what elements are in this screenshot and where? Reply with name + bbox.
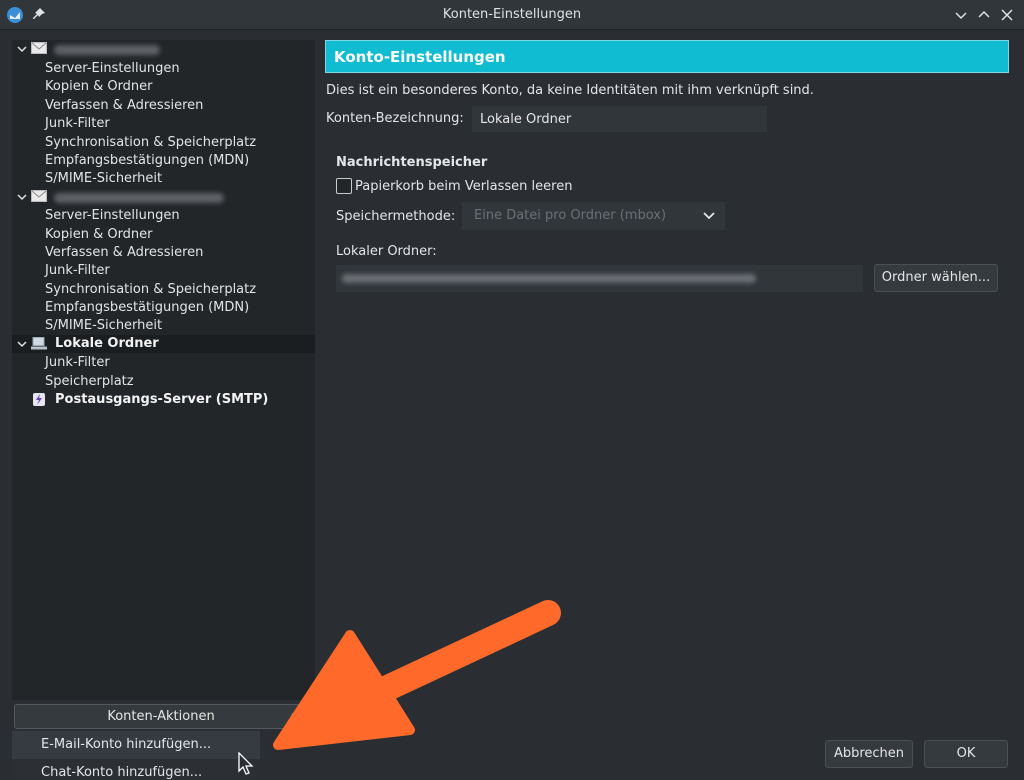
mail-icon [31,42,47,54]
tree-local-junk-filter[interactable]: Junk-Filter [12,354,315,372]
tree-account-1-smime[interactable]: S/MIME-Sicherheit [12,170,315,188]
tree-account-2-server-settings[interactable]: Server-Einstellungen [12,207,315,225]
settings-header-bar: Konto-Einstellungen [325,40,1009,73]
window-titlebar: Konten-Einstellungen [0,0,1024,30]
tree-account-1-junk-filter[interactable]: Junk-Filter [12,115,315,133]
local-directory-path-redacted [342,274,756,283]
close-icon[interactable] [998,6,1016,24]
account-1-name-redacted [54,45,160,55]
empty-trash-label: Papierkorb beim Verlassen leeren [355,179,573,194]
tree-local-folders-label: Lokale Ordner [55,336,159,351]
settings-header-title: Konto-Einstellungen [334,48,506,66]
tree-account-1-copies-folders[interactable]: Kopien & Ordner [12,78,315,96]
minimize-icon[interactable] [952,6,970,24]
local-directory-field[interactable] [336,265,863,292]
chevron-down-icon[interactable] [17,192,27,202]
account-name-label: Konten-Bezeichnung: [326,111,464,126]
tree-account-2-mdn[interactable]: Empfangsbestätigungen (MDN) [12,299,315,317]
storage-method-label: Speichermethode: [336,209,456,224]
storage-method-value: Eine Datei pro Ordner (mbox) [474,208,667,223]
ok-button[interactable]: OK [924,740,1008,768]
account-actions-button[interactable]: Konten-Aktionen [14,704,308,729]
tree-smtp-label: Postausgangs-Server (SMTP) [55,392,269,407]
tree-account-2-junk-filter[interactable]: Junk-Filter [12,262,315,280]
account-actions-label: Konten-Aktionen [107,709,215,724]
local-directory-label: Lokaler Ordner: [336,244,437,259]
account-actions-menu: E-Mail-Konto hinzufügen... Chat-Konto hi… [12,730,260,780]
mouse-cursor-icon [238,752,254,775]
account-2-name-redacted [54,193,224,203]
outgoing-server-icon [33,393,45,406]
tree-account-2-composition[interactable]: Verfassen & Adressieren [12,244,315,262]
cancel-button[interactable]: Abbrechen [825,740,913,768]
tree-account-1-server-settings[interactable]: Server-Einstellungen [12,60,315,78]
message-store-section-title: Nachrichtenspeicher [336,155,488,170]
mail-icon [31,190,47,202]
chevron-down-icon[interactable] [17,339,27,349]
account-name-input[interactable] [472,106,767,132]
computer-icon [31,337,47,350]
tree-account-1-mdn[interactable]: Empfangsbestätigungen (MDN) [12,152,315,170]
account-intro-text: Dies ist ein besonderes Konto, da keine … [326,83,814,98]
tree-local-storage[interactable]: Speicherplatz [12,373,315,391]
storage-method-select[interactable]: Eine Datei pro Ordner (mbox) [462,202,725,230]
menu-add-chat-account[interactable]: Chat-Konto hinzufügen... [12,759,260,780]
tree-account-2[interactable] [12,188,315,206]
chevron-down-icon[interactable] [17,44,27,54]
empty-trash-checkbox[interactable] [336,178,352,194]
tree-smtp-server[interactable]: Postausgangs-Server (SMTP) [12,391,315,409]
tree-account-2-copies-folders[interactable]: Kopien & Ordner [12,226,315,244]
tree-account-1[interactable] [12,40,315,58]
tree-account-2-sync-storage[interactable]: Synchronisation & Speicherplatz [12,281,315,299]
choose-directory-button[interactable]: Ordner wählen... [874,264,998,292]
menu-add-email-account[interactable]: E-Mail-Konto hinzufügen... [12,731,260,759]
tree-account-1-sync-storage[interactable]: Synchronisation & Speicherplatz [12,134,315,152]
annotation-arrow [273,600,561,750]
tree-local-folders[interactable]: Lokale Ordner [12,335,315,353]
tree-account-1-composition[interactable]: Verfassen & Adressieren [12,97,315,115]
tree-account-2-smime[interactable]: S/MIME-Sicherheit [12,317,315,335]
maximize-icon[interactable] [975,6,993,24]
chevron-down-icon [703,212,715,220]
window-title: Konten-Einstellungen [442,7,582,22]
